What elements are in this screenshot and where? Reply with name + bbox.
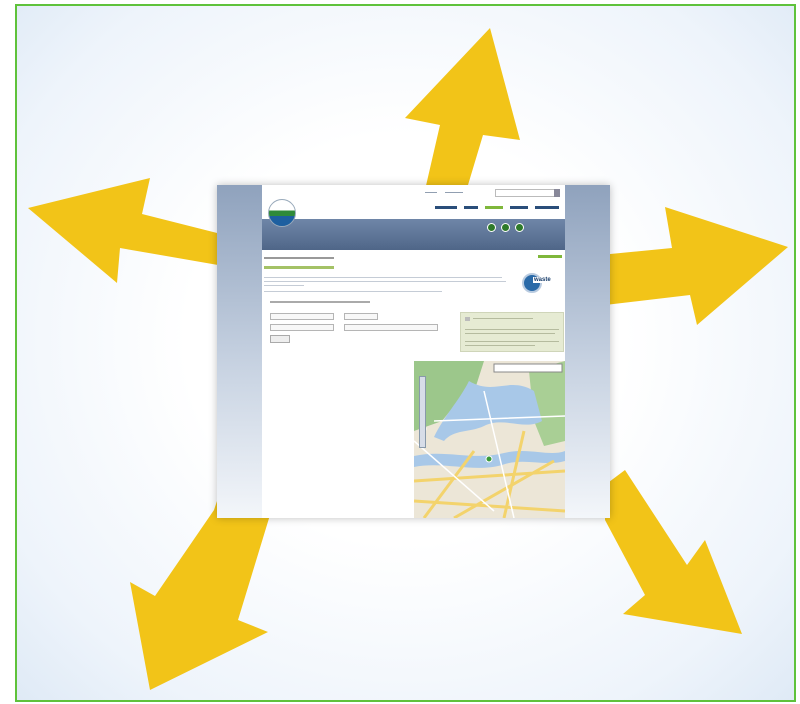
page-tools[interactable] (538, 255, 562, 259)
right-gradient-sidebar (565, 185, 610, 518)
select-field[interactable] (270, 313, 334, 320)
info-text-line (473, 318, 533, 319)
website-screenshot: ▬▬▬▬ ▬▬▬▬▬▬ waste (217, 185, 610, 518)
main-nav (435, 206, 559, 209)
header-icon[interactable] (515, 223, 524, 232)
map-marker-icon[interactable] (485, 455, 493, 463)
site-header: ▬▬▬▬ ▬▬▬▬▬▬ (262, 185, 565, 250)
body-text-line (264, 281, 506, 282)
arrow-upper-right (600, 207, 788, 325)
nav-item[interactable] (435, 206, 457, 209)
nav-item[interactable] (464, 206, 478, 209)
top-link[interactable]: ▬▬▬▬▬▬ (445, 190, 463, 194)
left-gradient-sidebar (217, 185, 262, 518)
arrow-upper-left (28, 178, 225, 283)
header-icons (487, 223, 524, 232)
top-link[interactable]: ▬▬▬▬ (425, 190, 437, 194)
info-box (460, 312, 564, 352)
select-field[interactable] (270, 324, 334, 331)
info-icon (465, 317, 470, 321)
nav-item-active[interactable] (485, 206, 503, 209)
info-text-line (465, 333, 555, 334)
body-text-line (264, 277, 502, 278)
body-text-line (264, 291, 442, 292)
header-icon[interactable] (501, 223, 510, 232)
submit-button[interactable] (270, 335, 290, 343)
select-field[interactable] (344, 324, 438, 331)
badge-text: waste (533, 277, 552, 283)
arrow-lower-left (130, 498, 270, 690)
logo-icon (268, 199, 296, 227)
page-title (264, 265, 334, 270)
info-text-line (465, 345, 535, 346)
search-input[interactable] (495, 189, 555, 197)
search-button[interactable] (554, 189, 560, 197)
form-label (270, 300, 370, 304)
arrow-lower-right (605, 470, 742, 634)
map-type-buttons[interactable] (493, 363, 563, 373)
info-text-line (465, 329, 559, 330)
top-links: ▬▬▬▬ ▬▬▬▬▬▬ (425, 190, 463, 194)
badge-globe-icon (522, 273, 542, 293)
header-icon[interactable] (487, 223, 496, 232)
body-text-line (264, 285, 304, 286)
select-field[interactable] (344, 313, 378, 320)
waste-badge: waste (522, 273, 562, 293)
map-view[interactable] (414, 361, 565, 518)
arrow-up (405, 28, 520, 195)
info-text-line (465, 341, 559, 342)
breadcrumb (264, 256, 334, 260)
map-zoom-slider[interactable] (419, 376, 426, 448)
nav-item[interactable] (510, 206, 528, 209)
page-content: waste (262, 250, 565, 518)
nav-item[interactable] (535, 206, 559, 209)
map-graphic (414, 361, 565, 518)
